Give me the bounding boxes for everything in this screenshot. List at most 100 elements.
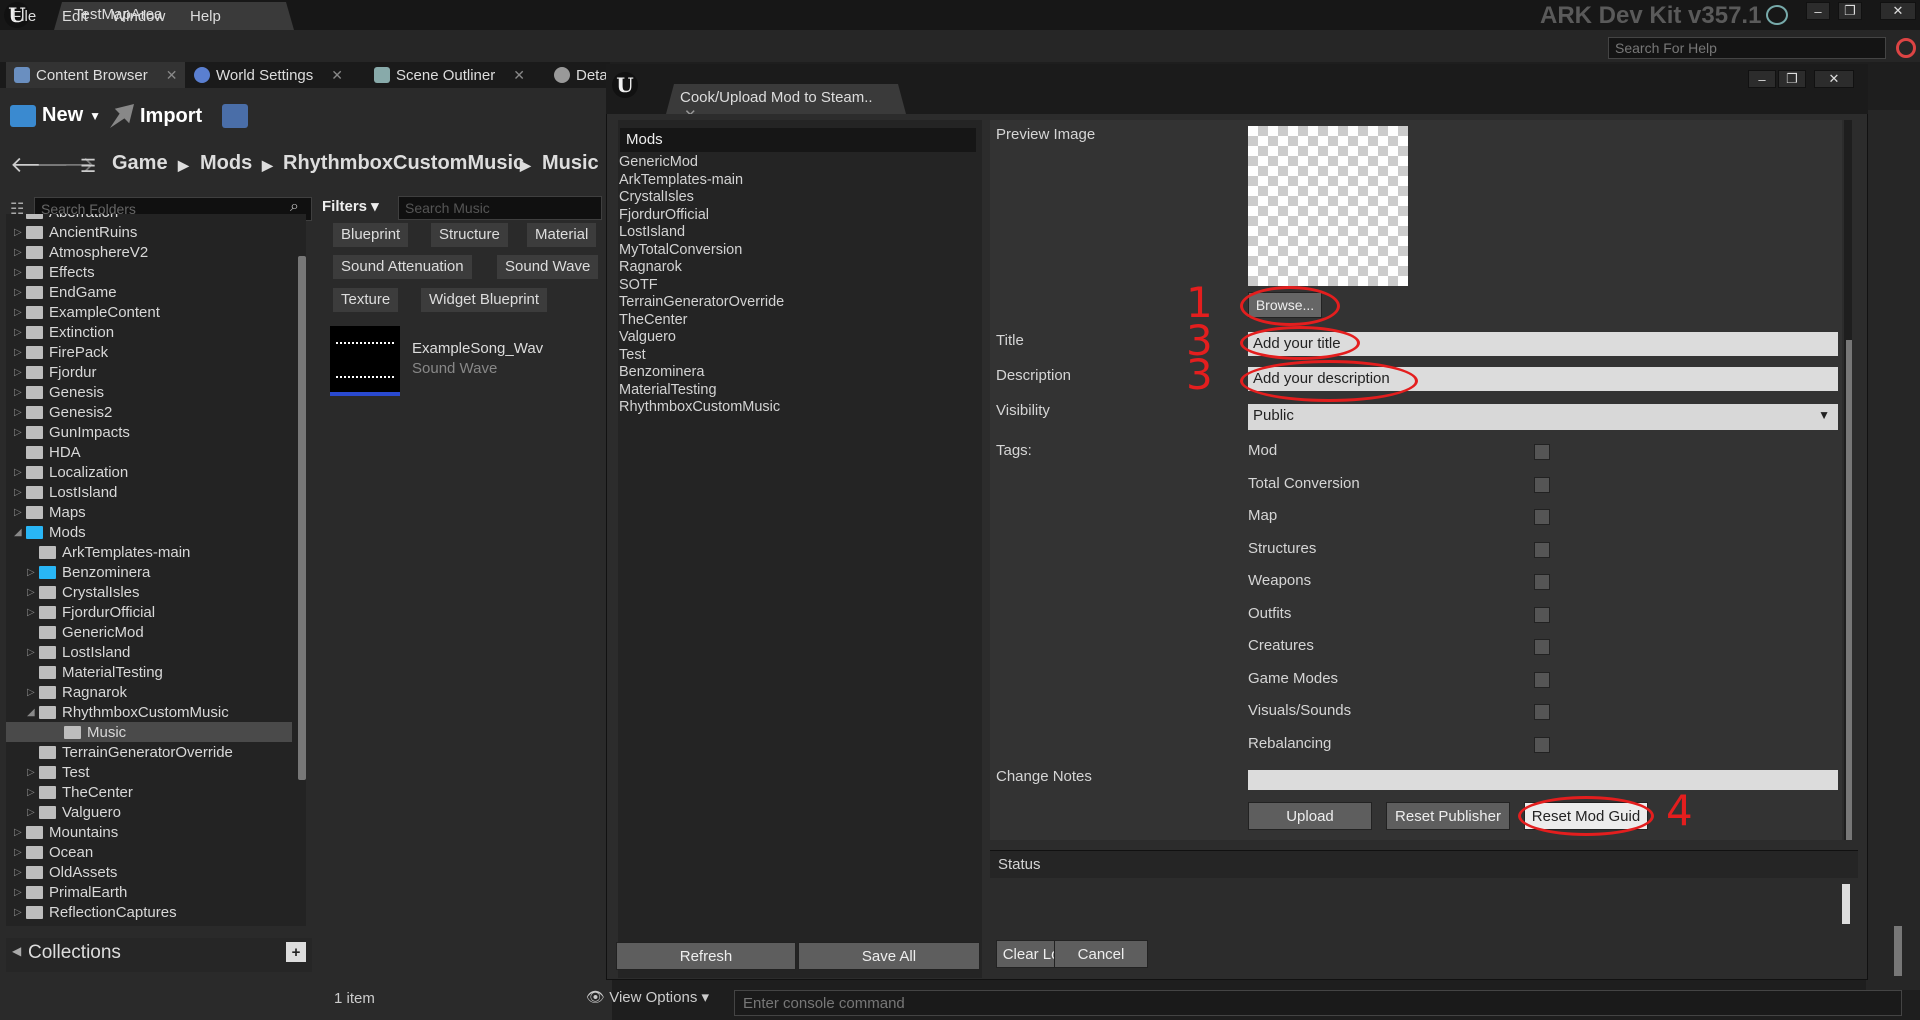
console-input[interactable]: Enter console command: [734, 990, 1902, 1016]
maximize-button[interactable]: ❐: [1838, 2, 1862, 20]
mod-list-item[interactable]: SOTF: [619, 277, 658, 293]
tag-checkbox[interactable]: [1534, 509, 1550, 525]
tree-scrollbar[interactable]: [298, 256, 306, 780]
tree-item[interactable]: ▷ AncientRuins: [14, 222, 137, 242]
expand-triangle-icon[interactable]: ▷: [14, 867, 26, 878]
expand-triangle-icon[interactable]: ▷: [27, 647, 39, 658]
expand-triangle-icon[interactable]: ◢: [14, 527, 26, 538]
filters-button[interactable]: Filters ▾: [322, 194, 402, 220]
expand-triangle-icon[interactable]: ▷: [27, 687, 39, 698]
tag-checkbox[interactable]: [1534, 476, 1550, 493]
close-icon[interactable]: ✕: [513, 67, 525, 84]
filter-material[interactable]: Material: [526, 222, 598, 248]
mod-list-item[interactable]: GenericMod: [619, 154, 698, 170]
close-icon[interactable]: ✕: [331, 67, 343, 84]
new-button[interactable]: New ▼: [10, 104, 101, 127]
dialog-minimize-button[interactable]: –: [1748, 70, 1776, 88]
visibility-select[interactable]: Public ▼: [1248, 404, 1838, 430]
tree-item[interactable]: ▷ Mountains: [14, 822, 118, 842]
tree-item[interactable]: ▷ Ocean: [14, 842, 93, 862]
tab-content-browser[interactable]: Content Browser ✕: [6, 62, 186, 88]
tree-item[interactable]: ▷ OldAssets: [14, 862, 117, 882]
expand-triangle-icon[interactable]: ◢: [27, 707, 39, 718]
expand-triangle-icon[interactable]: ▷: [14, 847, 26, 858]
cancel-button[interactable]: Cancel: [1054, 940, 1148, 968]
add-collection-button[interactable]: +: [286, 942, 306, 962]
tree-item[interactable]: GenericMod: [27, 622, 144, 642]
tree-item[interactable]: HDA: [14, 442, 81, 462]
menu-file[interactable]: File: [12, 8, 36, 25]
filter-structure[interactable]: Structure: [430, 222, 509, 248]
tree-item[interactable]: ▷ Genesis2: [14, 402, 112, 422]
close-button[interactable]: ✕: [1880, 2, 1916, 20]
mod-list-item[interactable]: MaterialTesting: [619, 382, 717, 398]
mod-list-item[interactable]: FjordurOfficial: [619, 207, 709, 223]
close-icon[interactable]: ✕: [166, 67, 178, 84]
sync-icon[interactable]: [1766, 5, 1788, 25]
help-search-input[interactable]: Search For Help: [1608, 37, 1886, 59]
expand-triangle-icon[interactable]: ▷: [14, 827, 26, 838]
tag-checkbox[interactable]: [1534, 639, 1550, 655]
tree-item[interactable]: ▷ Genesis: [14, 382, 104, 402]
tab-scene-outliner[interactable]: Scene Outliner ✕: [366, 62, 533, 88]
expand-triangle-icon[interactable]: ▷: [14, 507, 26, 518]
tree-item[interactable]: ▷ FjordurOfficial: [27, 602, 155, 622]
tree-item[interactable]: ▷ Ragnarok: [27, 682, 127, 702]
tag-checkbox[interactable]: [1534, 606, 1550, 623]
dialog-maximize-button[interactable]: ❐: [1778, 70, 1806, 88]
reset-publisher-button[interactable]: Reset Publisher: [1386, 802, 1510, 830]
mod-list-item[interactable]: Test: [619, 347, 646, 363]
mod-list-item[interactable]: ArkTemplates-main: [619, 172, 743, 188]
tree-item[interactable]: ▷ ReflectionCaptures: [14, 902, 177, 922]
dialog-tab[interactable]: Cook/Upload Mod to Steam.. ✕: [666, 84, 906, 114]
tree-item[interactable]: ▷ TheCenter: [27, 782, 133, 802]
tree-item[interactable]: ▷ EndGame: [14, 282, 117, 302]
expand-triangle-icon[interactable]: ▷: [14, 327, 26, 338]
change-notes-field[interactable]: [1248, 770, 1838, 790]
minimize-button[interactable]: –: [1806, 2, 1830, 20]
mod-list-item[interactable]: Valguero: [619, 329, 676, 345]
mod-list-item[interactable]: Benzominera: [619, 364, 704, 380]
menu-help[interactable]: Help: [190, 8, 221, 25]
dialog-close-button[interactable]: ✕: [1814, 70, 1854, 88]
tree-item[interactable]: Music: [6, 722, 292, 742]
mod-list-item[interactable]: TheCenter: [619, 312, 688, 328]
log-scrollbar[interactable]: [1894, 926, 1902, 976]
refresh-button[interactable]: Refresh: [616, 942, 796, 970]
expand-triangle-icon[interactable]: ▷: [14, 887, 26, 898]
upload-button[interactable]: Upload: [1248, 802, 1372, 830]
tree-item[interactable]: ▷ Test: [27, 762, 90, 782]
expand-triangle-icon[interactable]: ▷: [27, 587, 39, 598]
tree-item[interactable]: TerrainGeneratorOverride: [27, 742, 233, 762]
asset-name[interactable]: ExampleSong_Wav: [412, 340, 543, 357]
tree-item[interactable]: ▷ Localization: [14, 462, 128, 482]
view-options-button[interactable]: 👁 View Options ▾: [586, 988, 709, 1006]
tree-item[interactable]: ▷ PrimalEarth: [14, 882, 127, 902]
tree-item[interactable]: Aberration: [14, 214, 118, 222]
expand-triangle-icon[interactable]: ▷: [14, 267, 26, 278]
breadcrumb-music[interactable]: Music: [542, 152, 599, 175]
expand-triangle-icon[interactable]: ▷: [14, 907, 26, 918]
filter-widget-blueprint[interactable]: Widget Blueprint: [420, 287, 549, 313]
tab-world-settings[interactable]: World Settings ✕: [186, 62, 351, 88]
tree-item[interactable]: ▷ AtmosphereV2: [14, 242, 148, 262]
menu-window[interactable]: Window: [112, 8, 165, 25]
tag-checkbox[interactable]: [1534, 671, 1550, 688]
expand-triangle-icon[interactable]: ▷: [14, 227, 26, 238]
filter-sound-wave[interactable]: Sound Wave: [496, 254, 600, 280]
expand-triangle-icon[interactable]: ▷: [14, 427, 26, 438]
expand-triangle-icon[interactable]: ▷: [27, 567, 39, 578]
mod-list-item[interactable]: Ragnarok: [619, 259, 682, 275]
breadcrumb-rhythmbox[interactable]: RhythmboxCustomMusic: [283, 152, 524, 175]
expand-triangle-icon[interactable]: ▷: [14, 367, 26, 378]
mod-list-item[interactable]: LostIsland: [619, 224, 685, 240]
asset-thumbnail[interactable]: [330, 326, 400, 396]
expand-triangle-icon[interactable]: ▷: [14, 467, 26, 478]
tag-checkbox[interactable]: [1534, 704, 1550, 720]
expand-triangle-icon[interactable]: ▷: [27, 807, 39, 818]
mod-list-item[interactable]: TerrainGeneratorOverride: [619, 294, 784, 310]
tag-checkbox[interactable]: [1534, 541, 1550, 558]
expand-triangle-icon[interactable]: ▷: [14, 407, 26, 418]
tag-checkbox[interactable]: [1534, 574, 1550, 590]
mod-list-item[interactable]: RhythmboxCustomMusic: [619, 399, 780, 415]
